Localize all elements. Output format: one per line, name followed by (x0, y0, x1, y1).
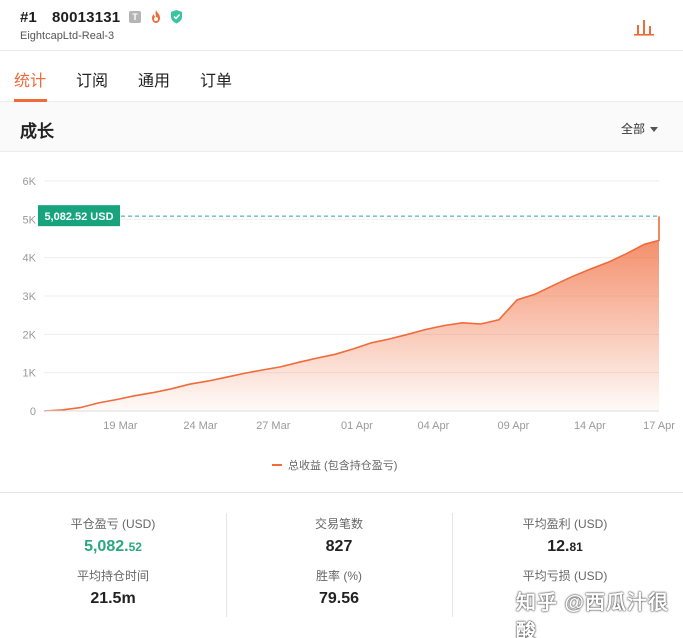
stat-label: 平均亏损 (USD) (522, 569, 608, 583)
legend-swatch (272, 464, 282, 466)
stat-avg-hold-time: 平均持仓时间 21.5m (0, 567, 226, 608)
stat-label: 胜率 (%) (316, 569, 362, 583)
account-number: 80013131 (52, 9, 121, 26)
t-badge-icon: T (129, 11, 141, 23)
fire-badge-icon (152, 10, 160, 23)
growth-section-header: 成长 全部 (0, 102, 683, 152)
stat-label: 平仓盈亏 (USD) (70, 517, 156, 531)
growth-chart-svg: 0 1K 2K 3K 4K 5K 6K 19 Mar 24 Mar 27 Mar 01 Apr 04 … (23, 176, 676, 432)
tab-general[interactable]: 通用 (138, 67, 170, 91)
stat-win-rate: 胜率 (%) 79.56 (226, 567, 452, 608)
tab-bar: 统计 订阅 通用 订单 (0, 50, 683, 102)
y-tick-label: 0 (30, 406, 36, 418)
x-tick-label: 09 Apr (498, 420, 530, 432)
x-tick-label: 01 Apr (341, 420, 373, 432)
growth-chart: 0 1K 2K 3K 4K 5K 6K 19 Mar 24 Mar 27 Mar 01 Apr 04 … (0, 153, 683, 491)
y-tick-label: 3K (23, 291, 37, 303)
stat-avg-profit: 平均盈利 (USD) 12.81 (452, 515, 678, 556)
y-tick-label: 5K (23, 214, 37, 226)
tab-statistics[interactable]: 统计 (14, 67, 46, 91)
caret-down-icon (650, 127, 659, 133)
stat-label: 平均持仓时间 (76, 569, 149, 583)
y-tick-label: 6K (23, 176, 37, 188)
growth-title: 成长 (20, 122, 54, 141)
x-tick-label: 17 Apr (643, 420, 675, 432)
tab-subscribe[interactable]: 订阅 (76, 67, 108, 91)
stat-label: 平均盈利 (USD) (522, 517, 608, 531)
x-tick-label: 14 Apr (574, 420, 606, 432)
stat-value: 5,082.52 (84, 538, 142, 555)
tab-orders[interactable]: 订单 (200, 67, 232, 91)
range-dropdown[interactable]: 全部 (621, 120, 659, 137)
x-tick-label: 19 Mar (103, 420, 138, 432)
stat-value: 827 (325, 538, 353, 555)
stat-value: 12.81 (547, 538, 583, 555)
stat-trade-count: 交易笔数 827 (226, 515, 452, 556)
broker-server: EightcapLtd-Real-3 (20, 30, 115, 42)
x-tick-label: 27 Mar (256, 420, 291, 432)
x-tick-label: 04 Apr (417, 420, 449, 432)
y-tick-label: 1K (23, 368, 37, 380)
y-tick-label: 4K (23, 253, 37, 265)
account-header: #1 80013131 T EightcapLtd-Real-3 (0, 0, 683, 50)
stat-avg-loss: 平均亏损 (USD) (452, 567, 678, 584)
legend-label: 总收益 (包含持仓盈亏) (288, 460, 398, 472)
shield-badge-icon (171, 10, 182, 24)
watermark: 知乎 @西瓜汁很酸 (516, 592, 670, 638)
rank-number: #1 (20, 9, 37, 26)
chart-legend[interactable]: 总收益 (包含持仓盈亏) (272, 457, 397, 473)
y-tick-label: 2K (23, 329, 37, 341)
stat-close-pnl: 平仓盈亏 (USD) 5,082.52 (0, 515, 226, 556)
series-area (44, 216, 659, 411)
stat-value: 21.5m (90, 590, 136, 607)
stat-label: 交易笔数 (314, 517, 363, 531)
bar-chart-icon[interactable] (633, 17, 655, 37)
range-dropdown-value: 全部 (621, 122, 646, 136)
current-value-label: 5,082.52 USD (44, 211, 113, 223)
x-tick-label: 24 Mar (183, 420, 218, 432)
stat-value: 79.56 (318, 590, 360, 607)
